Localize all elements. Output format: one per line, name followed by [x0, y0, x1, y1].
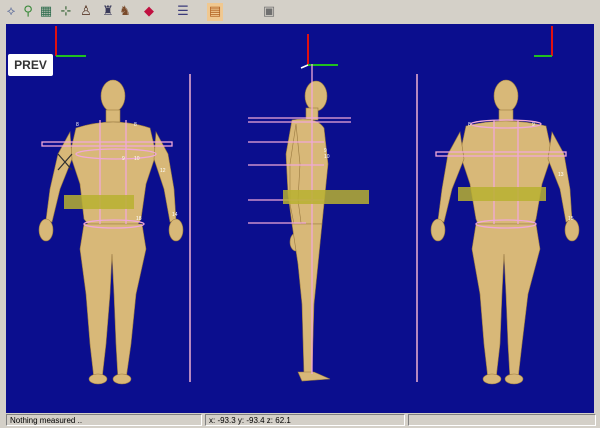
cube-icon[interactable]: ▣ — [260, 3, 278, 21]
back-view-figure — [430, 79, 580, 385]
side-waist-band — [283, 190, 369, 204]
prev-button[interactable]: PREV — [8, 54, 53, 76]
measure-tool-icon[interactable]: ⟡ — [4, 3, 18, 21]
front-label: 9 — [122, 156, 125, 162]
back-label: 8 — [468, 122, 471, 128]
back-waist-band — [458, 187, 546, 201]
front-view-figure — [38, 79, 184, 385]
status-bar: Nothing measured .. x: -93.3 y: -93.4 z:… — [0, 413, 600, 428]
front-label: 18 — [136, 216, 142, 222]
body-scan-scene: 8 8 9 10 12 14 18 9 10 8 9 13 15 — [38, 26, 580, 385]
surface-tool-icon[interactable]: ▦ — [38, 3, 54, 21]
coordinate-readout: x: -93.3 y: -93.4 z: 62.1 — [205, 414, 405, 426]
front-label: 12 — [160, 168, 166, 174]
front-label: 8 — [134, 122, 137, 128]
back-label: 13 — [558, 172, 564, 178]
back-label: 9 — [532, 122, 535, 128]
front-label: 8 — [76, 122, 79, 128]
figure-tool-icon[interactable]: ♙ — [78, 3, 94, 21]
color-swatch-icon[interactable]: ◆ — [142, 3, 156, 21]
axis-tool-icon[interactable]: ⊹ — [58, 3, 74, 21]
toolbar: ⟡ ⚲ ▦ ⊹ ♙ ♜ ♞ ◆ ☰ ▤ ▣ — [0, 0, 600, 24]
front-label: 10 — [134, 156, 140, 162]
file-icon[interactable]: ▤ — [207, 3, 223, 21]
axis-gizmo-front — [55, 26, 86, 57]
back-label: 15 — [568, 216, 574, 222]
3d-viewport[interactable]: 8 8 9 10 12 14 18 9 10 8 9 13 15 PREV — [6, 24, 594, 413]
axis-gizmo-side — [300, 34, 338, 69]
scan-tool-icon[interactable]: ♜ — [102, 3, 114, 21]
front-waist-band — [64, 195, 134, 209]
color-tool-icon[interactable]: ♞ — [118, 3, 132, 21]
axis-gizmo-back — [534, 26, 553, 57]
front-label: 14 — [172, 212, 178, 218]
layers-icon[interactable]: ☰ — [174, 3, 192, 21]
side-view-figure — [285, 80, 331, 382]
status-empty-panel — [408, 414, 596, 426]
tape-tool-icon[interactable]: ⚲ — [20, 3, 36, 21]
side-label: 10 — [324, 154, 330, 160]
status-message: Nothing measured .. — [6, 414, 202, 426]
